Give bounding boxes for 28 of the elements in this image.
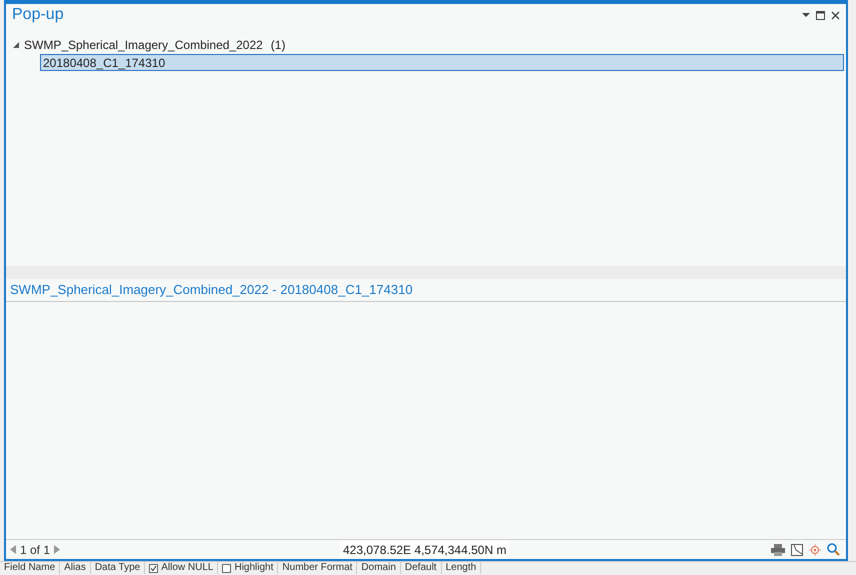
search-icon[interactable]: [827, 543, 840, 556]
column-header: Allow NULL: [161, 562, 214, 574]
column-checkbox[interactable]: [149, 564, 158, 572]
feature-count: (1): [270, 37, 286, 54]
feature-item[interactable]: 20180408_C1_174310: [40, 54, 844, 71]
target-icon[interactable]: [809, 544, 821, 556]
maximize-icon[interactable]: [816, 10, 825, 20]
column-header: Field Name: [4, 562, 56, 574]
column-checkbox[interactable]: [222, 564, 232, 572]
column-header: Alias: [64, 562, 86, 574]
column-header: Data Type: [94, 562, 140, 574]
dropdown-caret-icon[interactable]: [802, 12, 810, 18]
column-header: Highlight: [234, 562, 274, 574]
column-header: Domain: [361, 562, 396, 574]
print-icon[interactable]: [771, 544, 785, 556]
window-title: Pop-up: [12, 5, 64, 25]
map-frame-icon[interactable]: [791, 544, 803, 556]
column-header: Number Format: [282, 562, 352, 574]
next-arrow-icon[interactable]: [54, 545, 60, 554]
expand-triangle-icon[interactable]: [12, 41, 20, 49]
feature-title: SWMP_Spherical_Imagery_Combined_2022 - 20180408_C1_174310: [10, 281, 413, 300]
page-indicator: 1 of 1: [20, 542, 50, 558]
column-header: Length: [446, 562, 476, 574]
layer-name[interactable]: SWMP_Spherical_Imagery_Combined_2022: [24, 36, 263, 54]
coordinates-text: 423,078.52E 4,574,344.50N m: [340, 540, 510, 558]
close-icon[interactable]: [831, 10, 840, 20]
column-header: Default: [404, 562, 437, 574]
previous-arrow-icon[interactable]: [10, 545, 16, 554]
